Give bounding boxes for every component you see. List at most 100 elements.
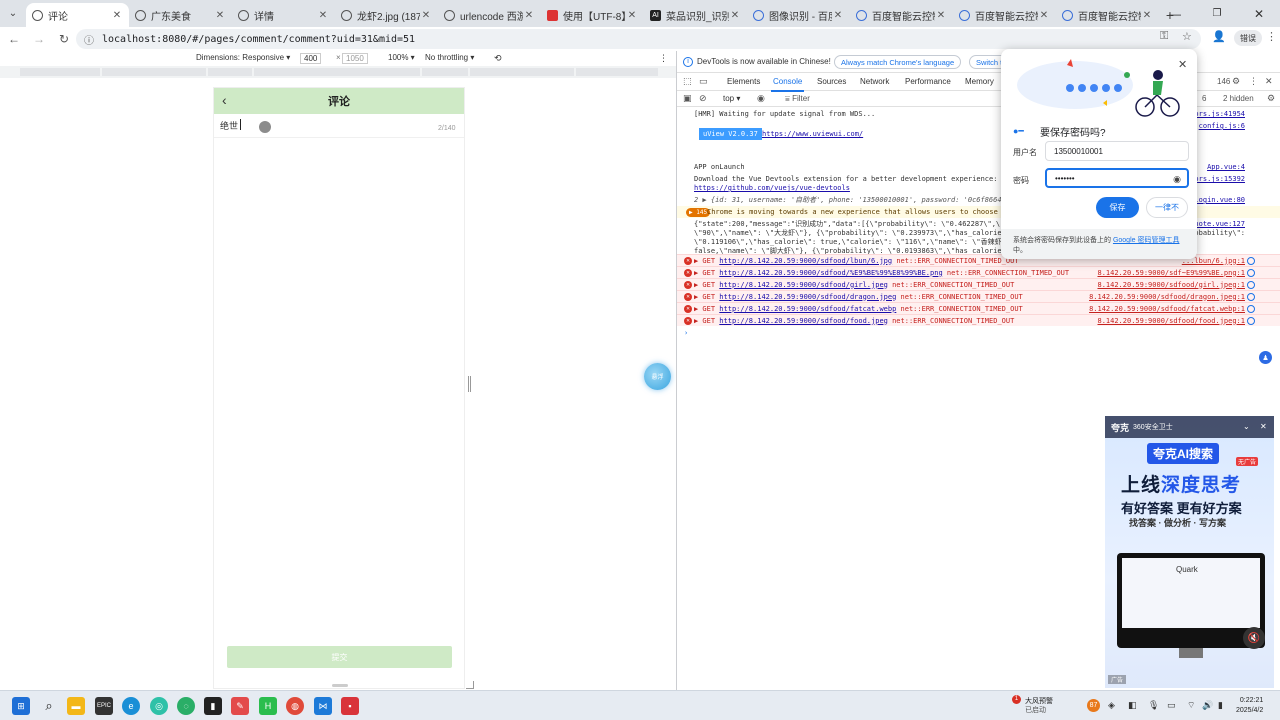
maximize-icon[interactable]: ❐	[1196, 0, 1238, 27]
close-tab-icon[interactable]: ✕	[420, 10, 432, 21]
device-menu-kebab-icon[interactable]: ⋮	[659, 53, 668, 64]
width-input[interactable]: 400	[300, 53, 322, 64]
height-input[interactable]: 1050	[342, 53, 368, 64]
keyboard-icon[interactable]: ▭	[1167, 700, 1176, 711]
device-toggle-icon[interactable]: ▭	[699, 76, 708, 87]
hbuilder-icon[interactable]: H	[259, 697, 277, 715]
request-url-link[interactable]: http://8.142.20.59:9000/sdfood/%E9%BE%99…	[719, 269, 942, 277]
source-link[interactable]: 8.142.20.59:9000/sdfood/food.jpeg:1	[1097, 317, 1245, 325]
close-tab-icon[interactable]: ✕	[214, 10, 226, 21]
app-icon[interactable]: ▪	[341, 697, 359, 715]
browser-tab[interactable]: 详情 ✕	[232, 3, 335, 27]
console-settings-icon[interactable]: ⚙	[1267, 93, 1275, 104]
browser-tab[interactable]: 使用【UTF-8】...✕	[541, 3, 644, 27]
close-tab-icon[interactable]: ✕	[317, 10, 329, 21]
forward-arrow-icon[interactable]: →	[28, 28, 50, 50]
network-icon[interactable]	[1247, 292, 1255, 301]
tray-app-icon[interactable]: ◧	[1128, 700, 1137, 711]
vue-devtools-link[interactable]: https://github.com/vuejs/vue-devtools	[694, 184, 850, 192]
tab-performance[interactable]: Performance	[905, 77, 951, 86]
close-tab-icon[interactable]: ✕	[523, 10, 535, 21]
levels-count[interactable]: 6	[1202, 94, 1206, 103]
resize-corner-handle[interactable]	[466, 681, 474, 689]
weather-notification[interactable]: 1 大风预警 已启动	[1012, 695, 1053, 715]
close-devtools-icon[interactable]: ✕	[1265, 76, 1273, 87]
browser-tab[interactable]: 百度智能云控制...✕	[850, 3, 953, 27]
network-icon[interactable]	[1247, 316, 1255, 325]
file-explorer-icon[interactable]: ▬	[67, 697, 85, 715]
never-button[interactable]: 一律不	[1146, 197, 1188, 218]
app-icon[interactable]: ◎	[150, 697, 168, 715]
request-url-link[interactable]: http://8.142.20.59:9000/sdfood/girl.jpeg	[719, 281, 888, 289]
reload-icon[interactable]: ↻	[53, 28, 75, 50]
resize-handle[interactable]	[468, 376, 471, 392]
save-button[interactable]: 保存	[1096, 197, 1139, 218]
back-arrow-icon[interactable]: ←	[3, 28, 25, 50]
browser-tab[interactable]: 百度智能云控制...✕	[1056, 3, 1159, 27]
uview-link[interactable]: https://www.uviewui.com/	[762, 130, 863, 138]
browser-sidebar-icon[interactable]: ♟	[1259, 351, 1272, 364]
menu-kebab-icon[interactable]: ⋮	[1266, 30, 1277, 43]
tab-memory[interactable]: Memory	[965, 77, 994, 86]
throttling-select[interactable]: No throttling ▾	[425, 53, 474, 62]
network-icon[interactable]	[1247, 304, 1255, 313]
submit-button[interactable]: 提交	[227, 646, 452, 668]
close-window-icon[interactable]: ✕	[1238, 0, 1280, 27]
tray-app-icon[interactable]: ◈	[1108, 700, 1115, 711]
bookmark-star-icon[interactable]: ☆	[1182, 30, 1192, 43]
match-language-button[interactable]: Always match Chrome's language	[834, 55, 962, 69]
windows-start-icon[interactable]: ⊞	[12, 697, 30, 715]
vscode-icon[interactable]: ⋈	[314, 697, 332, 715]
eye-icon[interactable]: ◉	[757, 93, 765, 104]
site-info-icon[interactable]: ⓘ	[84, 32, 94, 47]
edge-icon[interactable]: e	[122, 697, 140, 715]
request-url-link[interactable]: http://8.142.20.59:9000/sdfood/fatcat.we…	[719, 305, 896, 313]
account-icon[interactable]: 👤	[1212, 30, 1226, 43]
browser-tab[interactable]: urlencode 西游...✕	[438, 3, 541, 27]
eye-icon[interactable]: ◉	[1173, 174, 1181, 185]
search-icon[interactable]: ⌕	[40, 697, 58, 715]
browser-tab[interactable]: 图像识别 - 百度...✕	[747, 3, 850, 27]
source-link[interactable]: 8.142.20.59:9000/sdfood/fatcat.webp:1	[1089, 305, 1245, 313]
devtools-kebab-icon[interactable]: ⋮	[1249, 76, 1258, 87]
floating-ball-button[interactable]: 悬浮	[644, 363, 671, 390]
network-icon[interactable]	[1247, 268, 1255, 277]
close-tab-icon[interactable]: ✕	[1141, 10, 1153, 21]
close-dialog-icon[interactable]: ✕	[1178, 58, 1187, 71]
clock[interactable]: 0:22:21 2025/4/2	[1236, 696, 1263, 716]
profile-error-badge[interactable]: 错误	[1234, 30, 1262, 46]
tab-console[interactable]: Console	[770, 77, 805, 92]
close-tab-icon[interactable]: ✕	[832, 10, 844, 21]
volume-icon[interactable]: 🔊	[1202, 700, 1213, 711]
ad-close-icon[interactable]: ✕	[1260, 422, 1267, 431]
password-key-icon[interactable]: ⚿	[1160, 30, 1168, 43]
tab-search-chevron-icon[interactable]: ⌄	[0, 0, 26, 27]
close-tab-icon[interactable]: ✕	[935, 10, 947, 21]
rotate-icon[interactable]: ⟲	[494, 53, 502, 64]
sidebar-toggle-icon[interactable]: ▣	[683, 93, 692, 104]
password-manager-link[interactable]: Google 密码管理工具	[1113, 237, 1180, 244]
tab-elements[interactable]: Elements	[727, 77, 760, 86]
app-icon[interactable]: ✎	[231, 697, 249, 715]
source-link[interactable]: login.vue:80	[1194, 196, 1245, 204]
source-link[interactable]: App.vue:4	[1207, 163, 1245, 171]
tab-sources[interactable]: Sources	[817, 77, 846, 86]
battery-icon[interactable]: ▮	[1218, 700, 1223, 711]
wifi-icon[interactable]: ⌔	[1187, 700, 1195, 711]
clear-console-icon[interactable]: ⊘	[699, 93, 707, 104]
context-select[interactable]: top ▾	[723, 94, 740, 103]
password-field[interactable]: ••••••• ◉	[1045, 168, 1189, 188]
close-tab-icon[interactable]: ✕	[729, 10, 741, 21]
source-link[interactable]: 8.142.20.59:9000/sdf~E9%99%BE.png:1	[1097, 269, 1245, 277]
browser-tab[interactable]: 百度智能云控制...✕	[953, 3, 1056, 27]
inspect-element-icon[interactable]: ⬚	[683, 76, 692, 87]
minimize-icon[interactable]: —	[1154, 0, 1196, 27]
epic-games-icon[interactable]: EPIC	[95, 697, 113, 715]
mute-icon[interactable]: 🔇	[1243, 627, 1265, 649]
terminal-icon[interactable]: ▮	[204, 697, 222, 715]
comment-textarea[interactable]: 绝世	[220, 119, 238, 132]
microphone-icon[interactable]: 🎙	[1148, 700, 1159, 711]
tray-badge[interactable]: 87	[1087, 699, 1100, 712]
browser-tab[interactable]: 广东美食 ✕	[129, 3, 232, 27]
network-icon[interactable]	[1247, 256, 1255, 265]
